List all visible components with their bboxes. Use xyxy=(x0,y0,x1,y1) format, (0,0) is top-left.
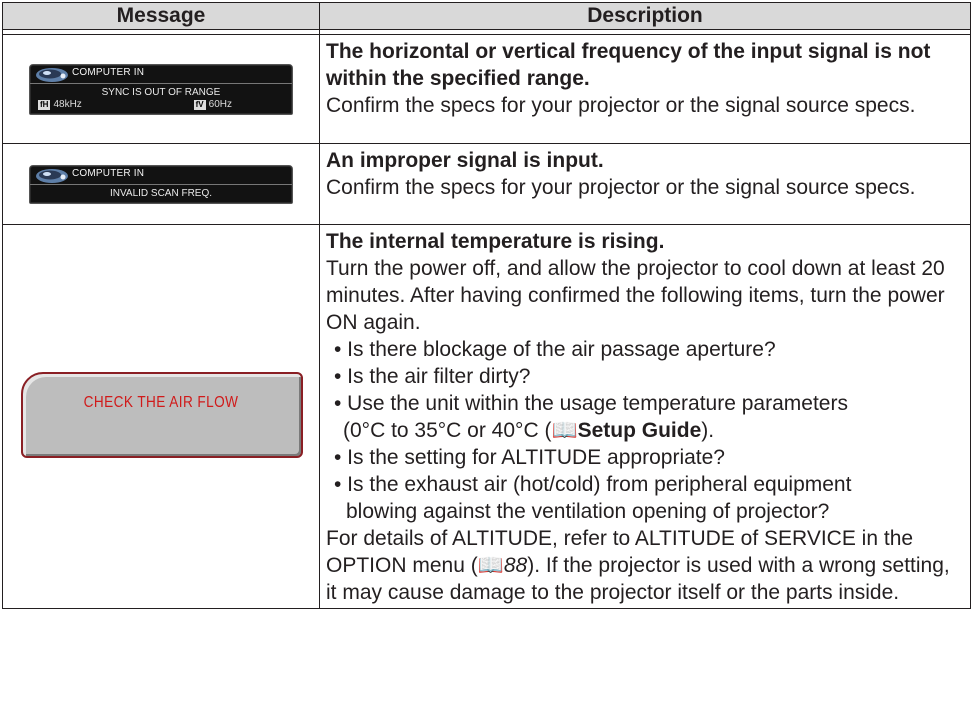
table-header-row: Message Description xyxy=(2,2,971,30)
book-icon: 📖 xyxy=(477,554,504,577)
osd-frequency-line: fH 48kHz fV 60Hz xyxy=(30,99,292,111)
altitude-details: For details of ALTITUDE, refer to ALTITU… xyxy=(326,527,950,604)
message-table: Message Description COMPUTER IN SYNC IS … xyxy=(2,2,971,609)
page-reference: 88 xyxy=(503,554,528,577)
temperature-range: (0°C to 35°C or 40°C (📖Setup Guide). xyxy=(343,419,715,442)
table-row: COMPUTER IN INVALID SCAN FREQ. An improp… xyxy=(2,143,971,225)
osd-title-bar: COMPUTER IN xyxy=(30,166,292,185)
column-header-message: Message xyxy=(2,2,320,30)
fv-icon: fV xyxy=(193,99,206,110)
bullet-item: • Is the exhaust air (hot/cold) from per… xyxy=(334,473,852,496)
description-cell: The internal temperature is rising. Turn… xyxy=(319,224,971,609)
bullet-item: • Is the air filter dirty? xyxy=(334,365,531,388)
table-row: COMPUTER IN SYNC IS OUT OF RANGE fH 48kHz… xyxy=(2,34,971,144)
book-icon: 📖 xyxy=(551,419,578,442)
description-heading: The horizontal or vertical frequency of … xyxy=(326,40,931,90)
osd-message: INVALID SCAN FREQ. xyxy=(109,187,213,199)
bullet-item: • Is there blockage of the air passage a… xyxy=(334,338,776,361)
message-cell: CHECK THE AIR FLOW xyxy=(2,224,320,609)
description-text: Confirm the specs for your projector or … xyxy=(326,94,916,117)
osd-message: CHECK THE AIR FLOW xyxy=(83,394,239,411)
osd-title: COMPUTER IN xyxy=(72,66,145,78)
osd-sync-out-of-range: COMPUTER IN SYNC IS OUT OF RANGE fH 48kHz… xyxy=(29,63,293,115)
column-header-description: Description xyxy=(319,2,971,30)
description-cell: The horizontal or vertical frequency of … xyxy=(319,34,971,144)
osd-title-bar: COMPUTER IN xyxy=(30,65,292,84)
osd-frame xyxy=(21,372,303,458)
description-text: Confirm the specs for your projector or … xyxy=(326,176,916,199)
vertical-frequency: fV 60Hz xyxy=(193,98,232,110)
projector-icon xyxy=(36,168,68,183)
bullet-item: • Use the unit within the usage temperat… xyxy=(334,392,848,415)
bullet-item: • Is the setting for ALTITUDE appropriat… xyxy=(334,446,725,469)
osd-body: INVALID SCAN FREQ. xyxy=(30,185,292,203)
osd-invalid-scan-freq: COMPUTER IN INVALID SCAN FREQ. xyxy=(29,164,293,204)
setup-guide-reference: Setup Guide xyxy=(577,419,702,442)
osd-title: COMPUTER IN xyxy=(72,167,145,179)
description-cell: An improper signal is input. Confirm the… xyxy=(319,143,971,225)
osd-body: SYNC IS OUT OF RANGE fH 48kHz fV 60Hz xyxy=(30,84,292,114)
message-cell: COMPUTER IN SYNC IS OUT OF RANGE fH 48kHz… xyxy=(2,34,320,144)
horizontal-frequency: fH 48kHz xyxy=(38,98,82,110)
description-heading: The internal temperature is rising. xyxy=(326,230,665,253)
osd-check-air-flow: CHECK THE AIR FLOW xyxy=(21,372,303,458)
description-text: Turn the power off, and allow the projec… xyxy=(326,257,945,334)
description-heading: An improper signal is input. xyxy=(326,149,604,172)
bullet-continuation: blowing against the ventilation opening … xyxy=(346,500,830,523)
message-cell: COMPUTER IN INVALID SCAN FREQ. xyxy=(2,143,320,225)
table-row: CHECK THE AIR FLOW The internal temperat… xyxy=(2,224,971,609)
osd-message: SYNC IS OUT OF RANGE xyxy=(101,86,221,98)
projector-icon xyxy=(36,67,68,82)
fh-icon: fH xyxy=(38,99,51,110)
